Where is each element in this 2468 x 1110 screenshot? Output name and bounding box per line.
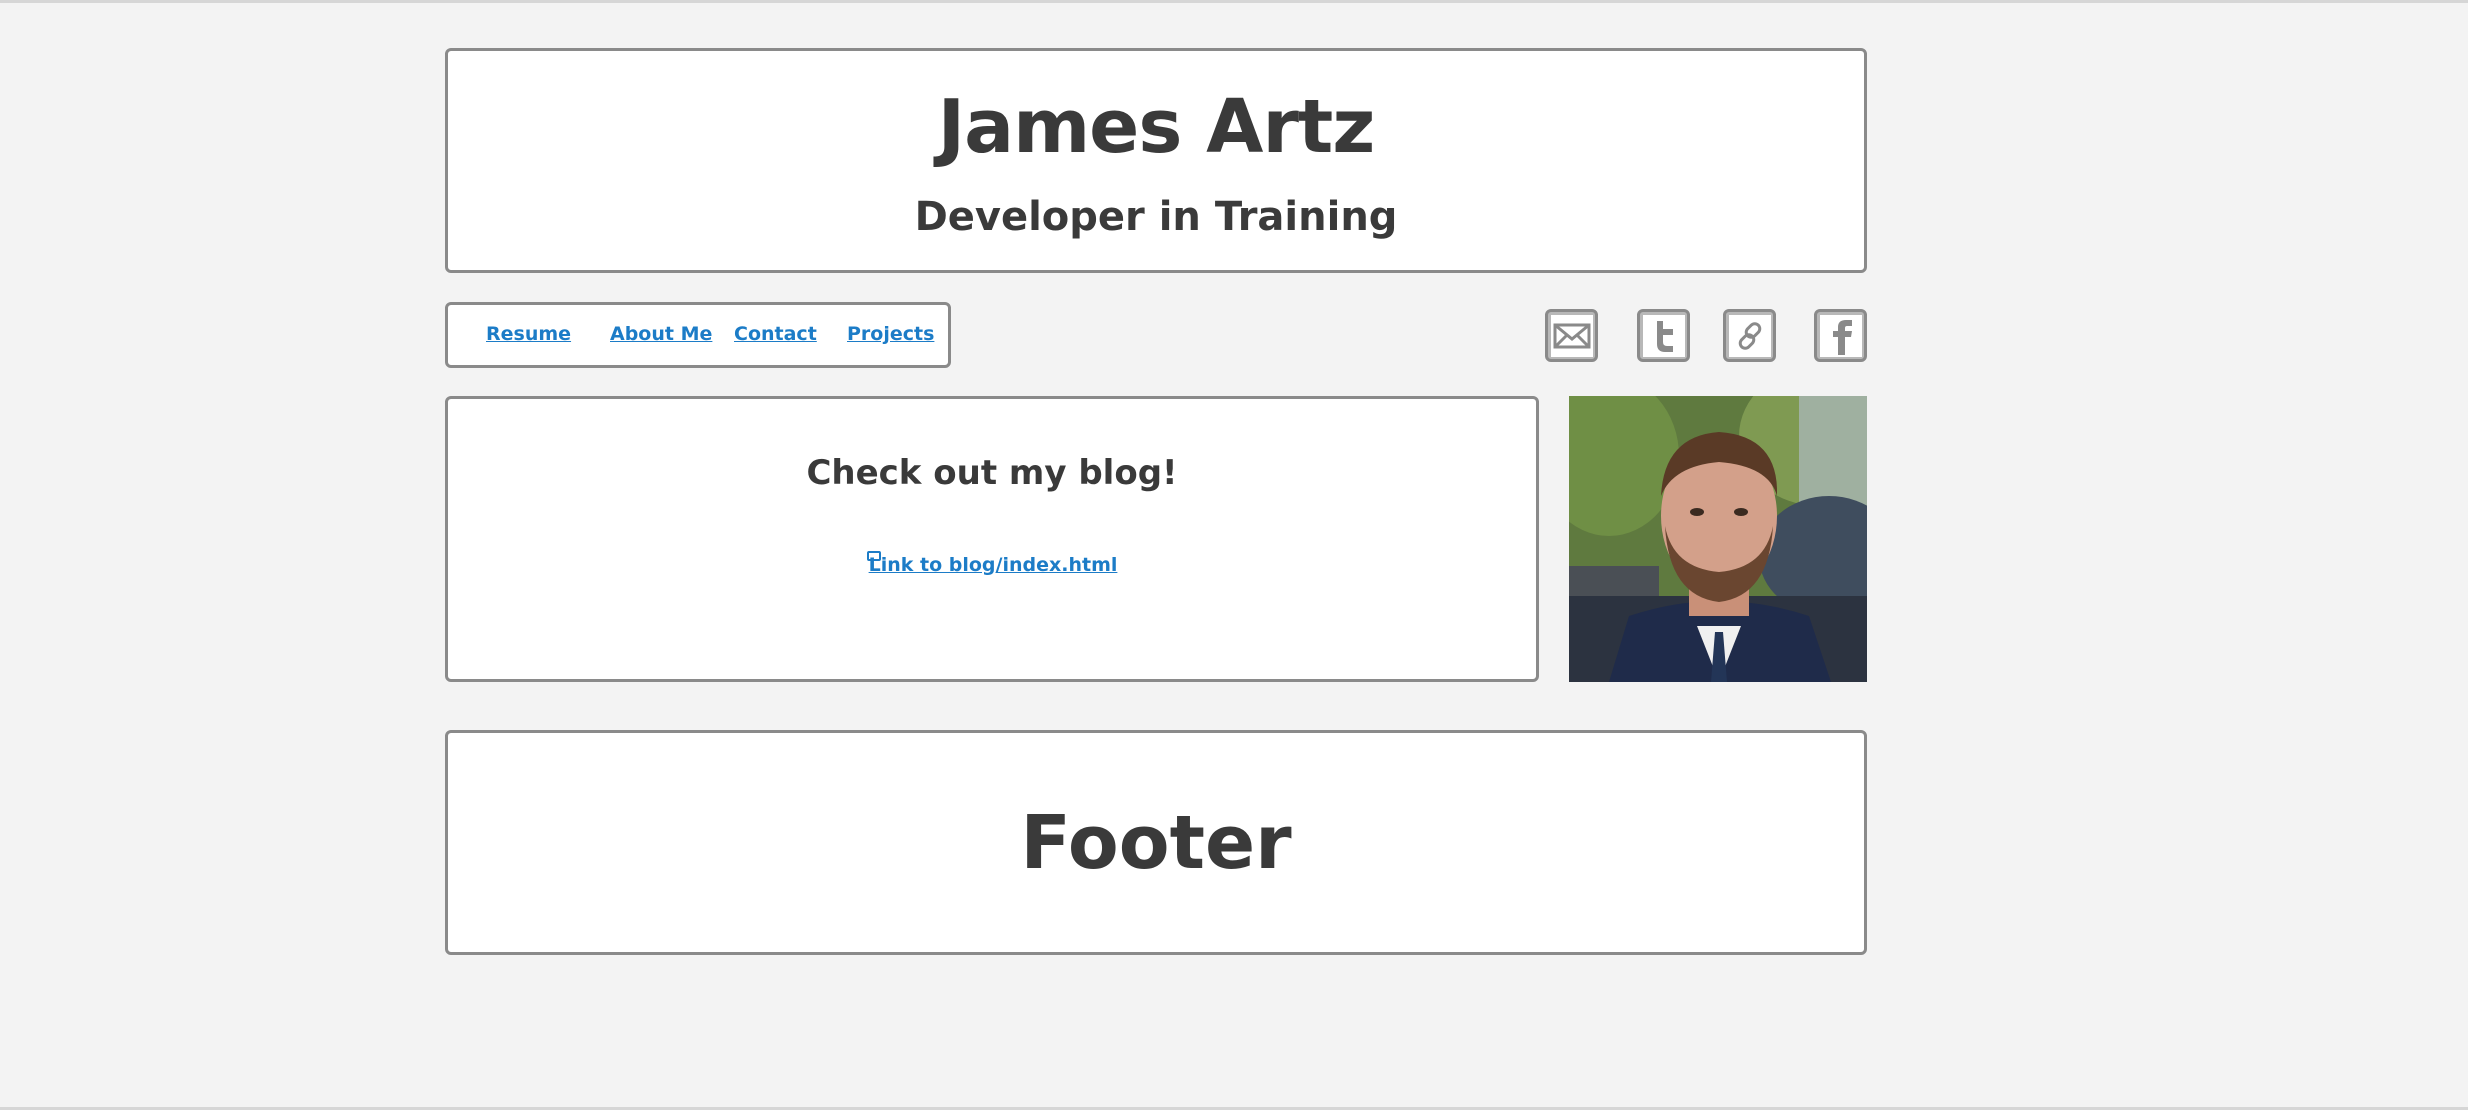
blog-heading: Check out my blog! bbox=[806, 453, 1178, 493]
envelope-icon bbox=[1550, 314, 1593, 357]
email-button[interactable] bbox=[1545, 309, 1598, 362]
site-footer: Footer bbox=[445, 730, 1867, 955]
website-link-button[interactable] bbox=[1723, 309, 1776, 362]
facebook-icon bbox=[1819, 314, 1862, 357]
nav-link-about-me[interactable]: About Me bbox=[610, 323, 712, 345]
site-title: James Artz bbox=[937, 84, 1376, 170]
site-subtitle: Developer in Training bbox=[914, 194, 1398, 240]
twitter-button[interactable] bbox=[1637, 309, 1690, 362]
nav-link-resume[interactable]: Resume bbox=[486, 323, 571, 345]
facebook-button[interactable] bbox=[1814, 309, 1867, 362]
blog-section: Check out my blog! Link to blog/index.ht… bbox=[445, 396, 1539, 682]
blog-link[interactable]: Link to blog/index.html bbox=[448, 551, 1536, 576]
footer-text: Footer bbox=[1020, 800, 1292, 886]
twitter-icon bbox=[1642, 314, 1685, 357]
main-nav: Resume About Me Contact Projects bbox=[445, 302, 951, 368]
link-icon bbox=[1728, 314, 1771, 357]
nav-link-projects[interactable]: Projects bbox=[847, 323, 934, 345]
site-header: James Artz Developer in Training bbox=[445, 48, 1867, 273]
nav-link-contact[interactable]: Contact bbox=[734, 323, 817, 345]
blog-link-label: Link to blog/index.html bbox=[868, 554, 1118, 576]
profile-photo bbox=[1569, 396, 1867, 682]
